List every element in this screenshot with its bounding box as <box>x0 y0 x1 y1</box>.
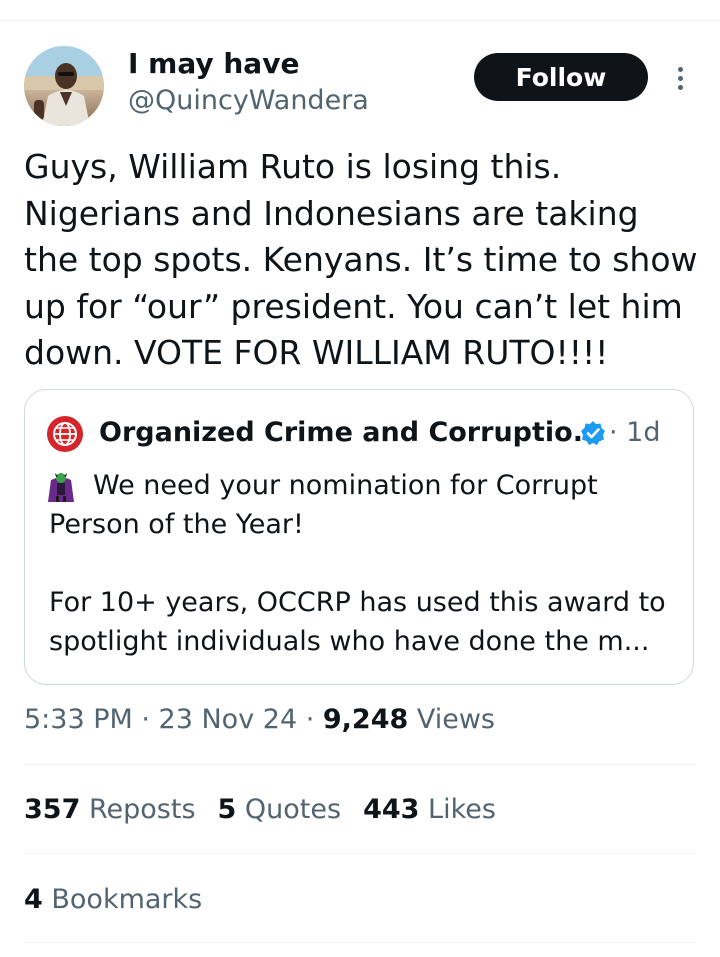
reposts-label: Reposts <box>88 794 196 825</box>
reposts-count: 357 <box>24 794 81 825</box>
meta-separator: · <box>132 704 159 735</box>
quotes-stat[interactable]: 5 Quotes <box>218 790 342 830</box>
tweet-date[interactable]: 23 Nov 24 <box>159 704 298 735</box>
occrp-logo-icon <box>47 416 83 452</box>
engagement-stats: 357 Reposts 5 Quotes 443 Likes <box>24 790 518 830</box>
author-handle[interactable]: @QuincyWandera <box>128 84 369 118</box>
follow-button[interactable]: Follow <box>474 53 648 101</box>
tweet-text: Guys, William Ruto is losing this. Niger… <box>24 144 698 377</box>
divider <box>24 853 696 854</box>
tweet-text-line: down. VOTE FOR WILLIAM RUTO!!!! <box>24 333 609 372</box>
views-label: Views <box>408 704 496 735</box>
quoted-text-line: Person of the Year! <box>49 509 304 540</box>
quoted-author-name[interactable]: Organized Crime and Corruptio... <box>99 414 603 452</box>
quoted-text-line: For 10+ years, OCCRP has used this award… <box>49 587 666 618</box>
reposts-stat[interactable]: 357 Reposts <box>24 790 196 830</box>
more-dot <box>677 66 683 72</box>
more-dot <box>677 75 683 81</box>
quoted-tweet-card[interactable]: Organized Crime and Corruptio... · 1d We… <box>24 389 694 685</box>
tweet-metadata: 5:33 PM · 23 Nov 24 · 9,248 Views <box>24 700 495 740</box>
quoted-tweet-text: We need your nomination for Corrupt Pers… <box>49 466 679 661</box>
bookmarks-stat[interactable]: 4 Bookmarks <box>24 880 202 920</box>
likes-count: 443 <box>363 794 420 825</box>
meta-separator: · <box>297 704 323 735</box>
verified-badge-icon <box>581 421 605 445</box>
top-divider <box>0 20 720 21</box>
tweet-text-line: Guys, William Ruto is losing this. <box>24 147 562 186</box>
quoted-text-line: spotlight individuals who have done the … <box>49 626 650 657</box>
quoted-text-line: We need your nomination for Corrupt <box>93 470 598 501</box>
quotes-label: Quotes <box>244 794 342 825</box>
avatar-image <box>24 46 104 126</box>
likes-stat[interactable]: 443 Likes <box>363 790 496 830</box>
bookmarks-label: Bookmarks <box>51 884 203 915</box>
divider <box>24 764 696 765</box>
more-dot <box>677 84 683 90</box>
author-display-name[interactable]: I may have <box>128 46 299 82</box>
views-count: 9,248 <box>322 704 409 735</box>
tweet-time[interactable]: 5:33 PM <box>24 704 133 735</box>
likes-label: Likes <box>428 794 496 825</box>
tweet-text-line: Nigerians and Indonesians are taking <box>24 193 639 233</box>
bookmarks-count: 4 <box>24 884 43 915</box>
quoted-tweet-time[interactable]: · 1d <box>609 414 660 452</box>
divider <box>24 942 696 943</box>
author-avatar[interactable] <box>24 46 104 126</box>
tweet-detail-page: I may have @QuincyWandera Follow Guys, W… <box>0 0 720 957</box>
quotes-count: 5 <box>217 794 237 825</box>
more-options-icon[interactable] <box>668 60 692 96</box>
tweet-text-line: the top spots. Kenyans. It’s time to sho… <box>24 240 698 279</box>
tweet-text-line: up for “our” president. You can’t let hi… <box>24 286 683 326</box>
